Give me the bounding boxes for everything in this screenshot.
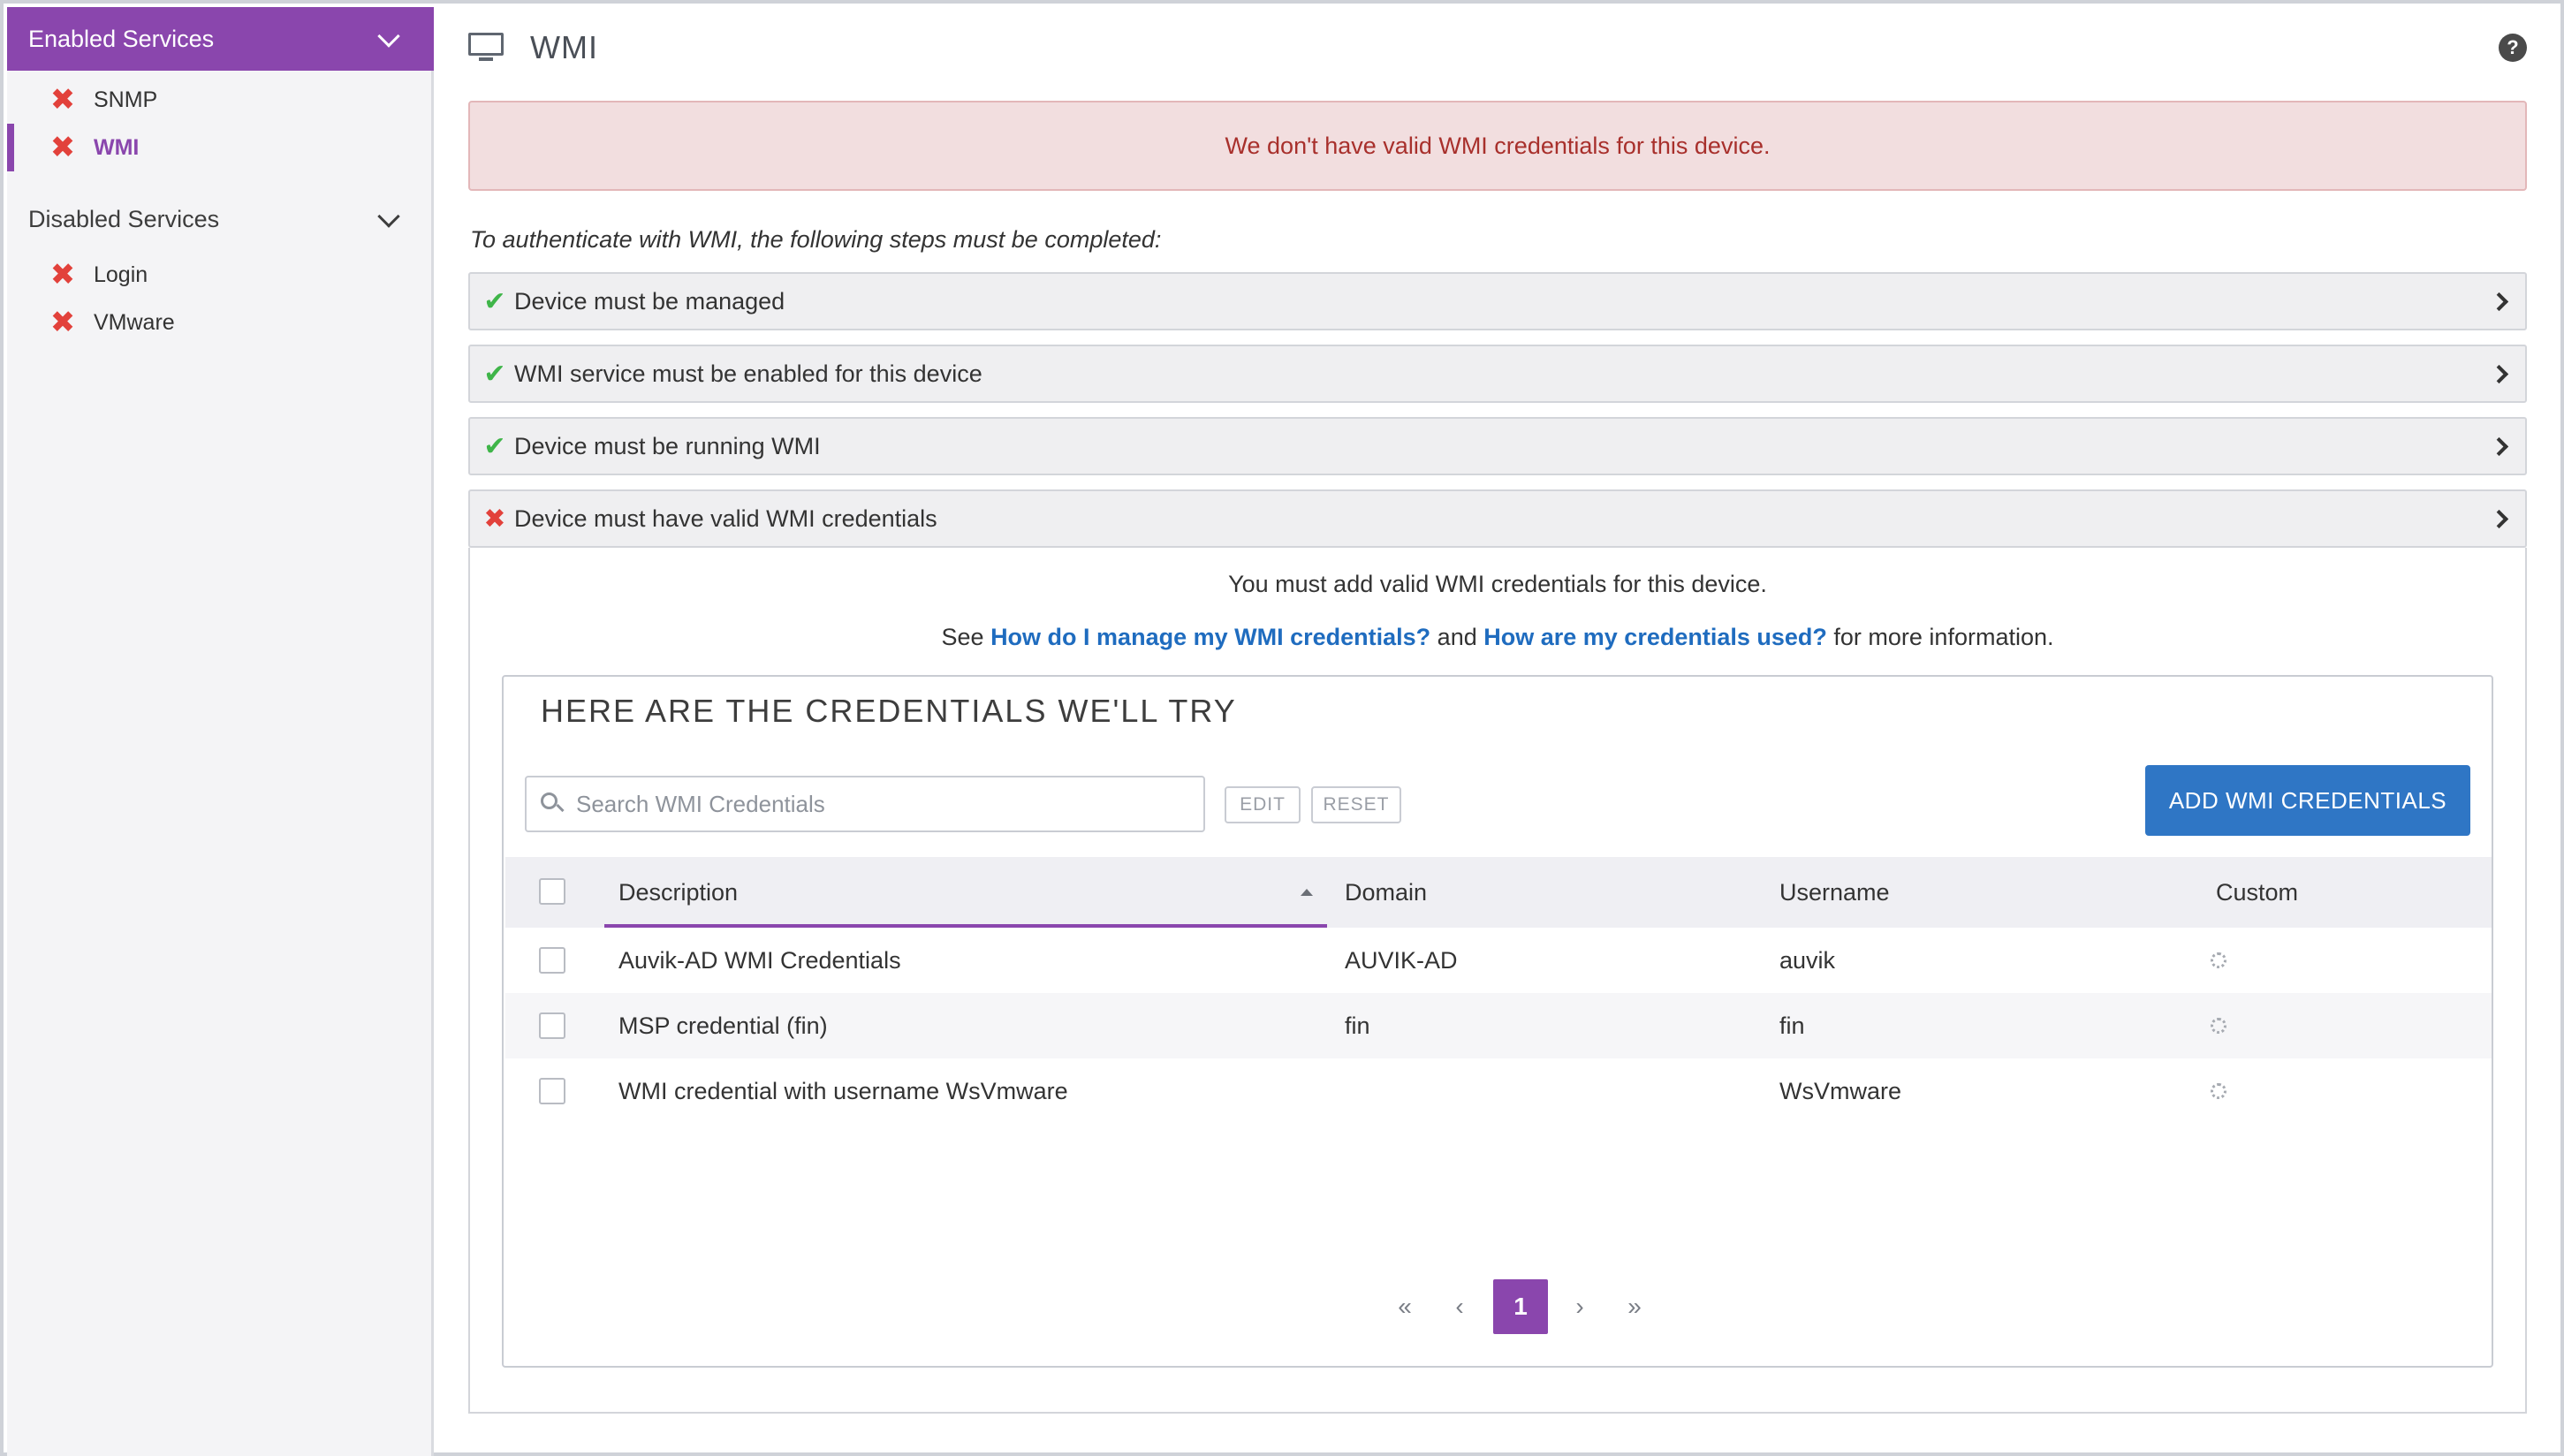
table-row[interactable]: Auvik-AD WMI Credentials AUVIK-AD auvik (505, 928, 2492, 993)
sidebar-item-label: WMI (94, 134, 140, 160)
gear-icon (2211, 1018, 2226, 1034)
row-checkbox[interactable] (539, 1012, 565, 1039)
chevron-right-icon (2489, 436, 2509, 457)
alert-text: We don't have valid WMI credentials for … (1225, 132, 1771, 159)
credentials-instruction: You must add valid WMI credentials for t… (1228, 571, 1767, 597)
cell-description: WMI credential with username WsVmware (618, 1077, 1068, 1104)
x-mark-icon: ✖ (49, 258, 76, 292)
chevron-down-icon (377, 205, 400, 228)
table-row[interactable]: WMI credential with username WsVmware Ws… (505, 1058, 2492, 1124)
step-label: Device must be running WMI (514, 432, 821, 459)
cell-username: auvik (1779, 946, 1836, 974)
step-device-managed[interactable]: ✔ Device must be managed (468, 272, 2527, 330)
credentials-panel: HERE ARE THE CREDENTIALS WE'LL TRY EDIT … (502, 675, 2493, 1368)
step-label: Device must have valid WMI credentials (514, 504, 937, 532)
prev-page-button[interactable]: ‹ (1442, 1279, 1477, 1334)
column-header-custom[interactable]: Custom (2216, 857, 2298, 928)
main-content: WMI ? We don't have valid WMI credential… (436, 7, 2564, 1456)
x-mark-icon: ✖ (49, 131, 76, 164)
help-icon[interactable]: ? (2499, 34, 2527, 62)
check-icon: ✔ (483, 359, 506, 389)
cell-description: MSP credential (fin) (618, 1012, 828, 1039)
step-running-wmi[interactable]: ✔ Device must be running WMI (468, 417, 2527, 475)
row-checkbox[interactable] (539, 947, 565, 974)
sidebar-item-snmp[interactable]: ✖ SNMP (7, 76, 434, 124)
column-header-description[interactable]: Description (618, 857, 738, 928)
step-label: WMI service must be enabled for this dev… (514, 360, 982, 387)
step-wmi-service-enabled[interactable]: ✔ WMI service must be enabled for this d… (468, 345, 2527, 403)
reset-button[interactable]: RESET (1311, 786, 1401, 823)
cell-description: Auvik-AD WMI Credentials (618, 946, 901, 974)
gear-icon (2211, 952, 2226, 968)
step-label: Device must be managed (514, 287, 785, 315)
app-window: Enabled Services ✖ SNMP ✖ WMI Disabled S… (0, 0, 2564, 1456)
manage-credentials-link[interactable]: How do I manage my WMI credentials? (990, 624, 1430, 650)
chevron-right-icon (2489, 364, 2509, 384)
add-wmi-credentials-button[interactable]: ADD WMI CREDENTIALS (2145, 765, 2470, 836)
edit-button[interactable]: EDIT (1225, 786, 1301, 823)
sidebar-item-label: Login (94, 262, 148, 287)
credentials-table: Description Domain Username Custom Auvik… (505, 857, 2492, 1124)
cell-username: fin (1779, 1012, 1805, 1039)
chevron-down-icon (377, 25, 400, 48)
check-icon: ✔ (483, 286, 506, 316)
sidebar-item-label: VMware (94, 309, 175, 335)
row-checkbox[interactable] (539, 1078, 565, 1104)
chevron-right-icon (2489, 292, 2509, 312)
page-title: WMI (530, 29, 598, 65)
table-row[interactable]: MSP credential (fin) fin fin (505, 993, 2492, 1058)
help-suffix: for more information. (1833, 624, 2054, 650)
gear-icon (2211, 1083, 2226, 1099)
error-alert: We don't have valid WMI credentials for … (468, 101, 2527, 191)
credentials-panel-title: HERE ARE THE CREDENTIALS WE'LL TRY (541, 693, 1237, 729)
chevron-right-icon (2489, 509, 2509, 529)
cell-domain: fin (1345, 1012, 1370, 1039)
sidebar: Enabled Services ✖ SNMP ✖ WMI Disabled S… (7, 7, 434, 1456)
x-mark-icon: ✖ (49, 306, 76, 339)
credentials-step-body: You must add valid WMI credentials for t… (468, 548, 2527, 1414)
enabled-services-label: Enabled Services (28, 25, 215, 52)
help-mid: and (1437, 624, 1477, 650)
x-mark-icon: ✖ (483, 504, 506, 534)
page-header: WMI (468, 25, 598, 71)
sidebar-item-vmware[interactable]: ✖ VMware (7, 299, 434, 346)
step-valid-credentials[interactable]: ✖ Device must have valid WMI credentials (468, 489, 2527, 548)
search-input[interactable] (576, 790, 1177, 818)
steps-intro: To authenticate with WMI, the following … (470, 226, 1162, 253)
help-prefix: See (941, 624, 984, 650)
enabled-services-header[interactable]: Enabled Services (7, 7, 434, 71)
sidebar-item-label: SNMP (94, 87, 158, 112)
cell-username: WsVmware (1779, 1077, 1902, 1104)
table-header: Description Domain Username Custom (505, 857, 2492, 928)
select-all-checkbox[interactable] (539, 878, 565, 905)
x-mark-icon: ✖ (49, 83, 76, 117)
search-box[interactable] (525, 776, 1205, 832)
credentials-used-link[interactable]: How are my credentials used? (1483, 624, 1827, 650)
sort-ascending-icon (1301, 889, 1313, 896)
monitor-icon (468, 33, 504, 63)
last-page-button[interactable]: » (1617, 1279, 1652, 1334)
credentials-help-line: See How do I manage my WMI credentials? … (470, 624, 2525, 651)
sidebar-item-wmi[interactable]: ✖ WMI (7, 124, 434, 171)
cell-domain: AUVIK-AD (1345, 946, 1458, 974)
search-icon (541, 792, 565, 815)
sidebar-item-login[interactable]: ✖ Login (7, 251, 434, 299)
pagination: « ‹ 1 › » (504, 1279, 2492, 1334)
column-header-domain[interactable]: Domain (1345, 857, 1427, 928)
column-header-username[interactable]: Username (1779, 857, 1890, 928)
first-page-button[interactable]: « (1387, 1279, 1422, 1334)
page-1-button[interactable]: 1 (1493, 1279, 1548, 1334)
next-page-button[interactable]: › (1562, 1279, 1597, 1334)
disabled-services-header[interactable]: Disabled Services (7, 187, 434, 251)
disabled-services-label: Disabled Services (28, 205, 220, 232)
check-icon: ✔ (483, 431, 506, 461)
